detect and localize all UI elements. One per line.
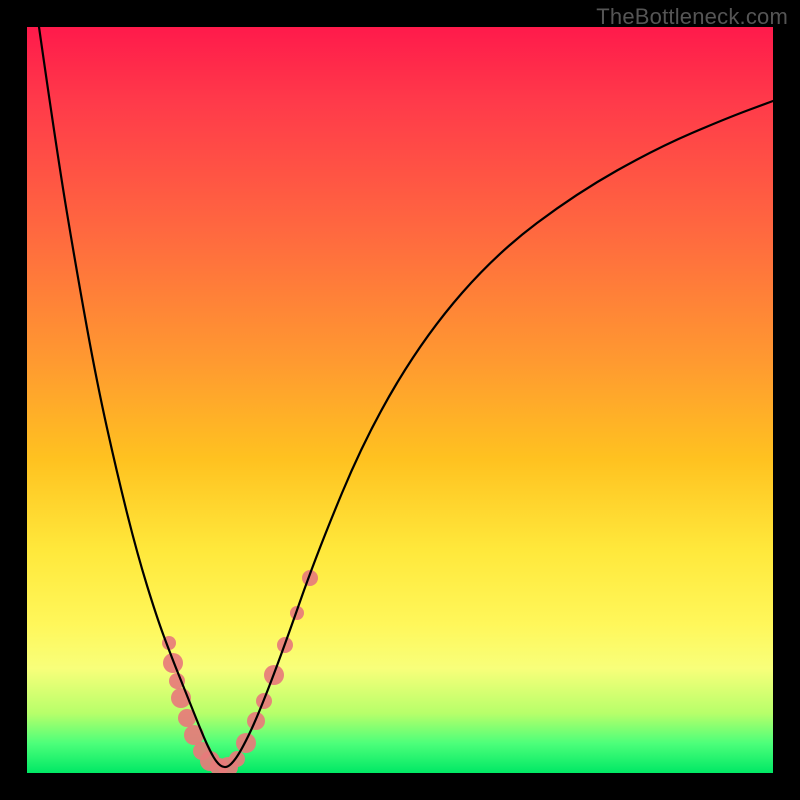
watermark-label: TheBottleneck.com xyxy=(596,4,788,30)
chart-svg xyxy=(27,27,773,773)
data-markers xyxy=(162,570,318,773)
bottleneck-curve xyxy=(39,27,773,767)
data-marker xyxy=(236,733,256,753)
chart-frame: TheBottleneck.com xyxy=(0,0,800,800)
plot-area xyxy=(27,27,773,773)
